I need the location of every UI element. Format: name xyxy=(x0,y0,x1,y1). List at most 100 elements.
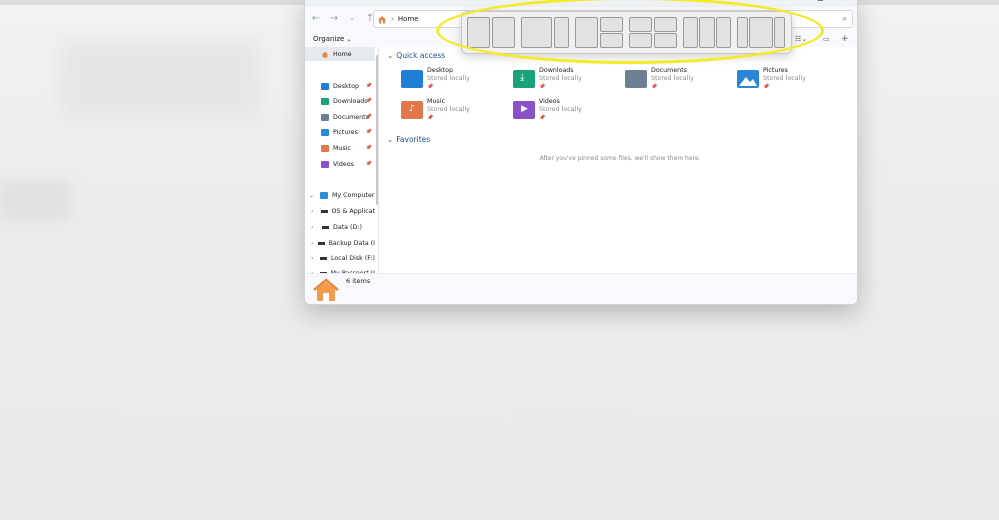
drive-icon xyxy=(322,225,329,229)
tile-name: Desktop xyxy=(427,67,453,74)
item-count: 6 items xyxy=(346,277,371,285)
favorites-header[interactable]: ⌄ Favorites xyxy=(387,135,430,144)
search-icon[interactable]: ⌕ xyxy=(843,14,847,24)
details-pane-icon[interactable]: ▭ xyxy=(823,35,830,43)
quick-access-tile-downloads[interactable]: ⤓ Downloads Stored locally 📌 xyxy=(513,67,623,97)
quick-access-tile-videos[interactable]: ▶ Videos Stored locally 📌 xyxy=(513,98,623,128)
quick-access-tile-music[interactable]: ♪ Music Stored locally 📌 xyxy=(401,98,511,128)
recent-chevron-down-icon[interactable]: ⌄ xyxy=(345,11,359,25)
videos-folder-icon: ▶ xyxy=(513,101,535,119)
pin-icon: 📌 xyxy=(763,84,770,90)
main-pane: ⌄ Quick access Desktop Stored locally 📌 … xyxy=(383,47,857,273)
chevron-right-icon[interactable]: › xyxy=(311,255,317,262)
new-tab-plus-icon[interactable]: + xyxy=(841,34,849,44)
navigation-scrollbar[interactable] xyxy=(376,55,378,205)
sidebar-item-pictures[interactable]: Pictures 📌 xyxy=(305,125,375,139)
pictures-folder-icon xyxy=(321,128,329,136)
breadcrumb-separator-icon: › xyxy=(391,15,394,23)
close-icon[interactable]: ✕ xyxy=(841,0,849,4)
chevron-right-icon[interactable]: › xyxy=(311,208,318,215)
content-area: Home Desktop 📌 Downloads 📌 Documents 📌 P… xyxy=(305,47,857,277)
navigation-pane: Home Desktop 📌 Downloads 📌 Documents 📌 P… xyxy=(305,47,379,277)
breadcrumb-home[interactable]: Home xyxy=(398,15,419,23)
pin-icon: 📌 xyxy=(427,115,434,121)
sidebar-item-label: My Computer xyxy=(332,191,375,199)
music-folder-icon: ♪ xyxy=(401,101,423,119)
highlight-ellipse-annotation xyxy=(436,0,824,64)
chevron-down-icon[interactable]: ⌄ xyxy=(387,135,393,144)
pin-icon[interactable]: 📌 xyxy=(366,83,372,89)
sidebar-item-drive-d[interactable]: › Data (D:) xyxy=(305,220,375,234)
videos-folder-icon xyxy=(321,160,329,168)
sidebar-item-drive-c[interactable]: › OS & Applicat xyxy=(305,204,375,218)
documents-folder-icon xyxy=(321,113,329,121)
back-arrow-icon[interactable]: ← xyxy=(309,11,323,25)
home-icon xyxy=(321,51,329,58)
organize-button[interactable]: Organize ⌄ xyxy=(313,35,351,43)
section-title: Favorites xyxy=(396,135,431,144)
sidebar-item-label: Backup Data (I xyxy=(328,239,375,247)
sidebar-item-music[interactable]: Music 📌 xyxy=(305,141,375,155)
drive-icon xyxy=(320,209,328,213)
tile-subtitle: Stored locally xyxy=(651,75,694,82)
sidebar-item-my-computer[interactable]: ⌄ My Computer xyxy=(305,188,375,202)
status-bar: 6 items xyxy=(305,273,857,304)
section-title: Quick access xyxy=(396,51,446,60)
sidebar-item-label: Desktop xyxy=(333,82,359,90)
pictures-folder-icon xyxy=(737,70,759,88)
organize-label: Organize xyxy=(313,35,345,43)
chevron-right-icon[interactable]: › xyxy=(311,240,315,247)
drive-icon xyxy=(319,256,327,260)
sidebar-item-home[interactable]: Home xyxy=(305,47,375,61)
computer-icon xyxy=(320,191,328,199)
pin-icon[interactable]: 📌 xyxy=(366,145,372,151)
tile-name: Videos xyxy=(539,98,560,105)
tile-subtitle: Stored locally xyxy=(427,106,470,113)
maximize-icon[interactable]: ▫ xyxy=(817,0,824,4)
quick-access-tile-desktop[interactable]: Desktop Stored locally 📌 xyxy=(401,67,511,97)
downloads-folder-icon: ⤓ xyxy=(513,70,535,88)
tile-subtitle: Stored locally xyxy=(763,75,806,82)
chevron-right-icon[interactable]: › xyxy=(311,224,319,231)
sidebar-item-backup-data[interactable]: › Backup Data (I xyxy=(305,236,375,250)
home-icon xyxy=(313,278,339,301)
sidebar-item-desktop[interactable]: Desktop 📌 xyxy=(305,79,375,93)
sidebar-item-local-disk-f[interactable]: › Local Disk (F:) xyxy=(305,251,375,265)
tile-subtitle: Stored locally xyxy=(427,75,470,82)
tile-subtitle: Stored locally xyxy=(539,106,582,113)
sidebar-item-videos[interactable]: Videos 📌 xyxy=(305,157,375,171)
downloads-folder-icon xyxy=(321,97,329,105)
chevron-down-icon: ⌄ xyxy=(346,35,352,43)
forward-arrow-icon[interactable]: → xyxy=(327,11,341,25)
home-icon xyxy=(378,15,386,23)
quick-access-header[interactable]: ⌄ Quick access xyxy=(387,51,445,60)
pin-icon[interactable]: 📌 xyxy=(366,98,372,104)
sidebar-item-label: OS & Applicat xyxy=(331,207,375,215)
desktop-folder-icon xyxy=(401,70,423,88)
pin-icon[interactable]: 📌 xyxy=(366,114,372,120)
sidebar-item-downloads[interactable]: Downloads 📌 xyxy=(305,94,375,108)
pin-icon: 📌 xyxy=(427,84,434,90)
music-folder-icon xyxy=(321,144,329,152)
documents-folder-icon xyxy=(625,70,647,88)
sidebar-item-label: Home xyxy=(333,50,352,58)
favorites-empty-message: After you've pinned some files, we'll sh… xyxy=(539,155,701,162)
sidebar-item-label: Videos xyxy=(333,160,354,168)
pin-icon[interactable]: 📌 xyxy=(366,129,372,135)
sidebar-item-label: Local Disk (F:) xyxy=(330,254,375,262)
pin-icon[interactable]: 📌 xyxy=(366,161,372,167)
chevron-down-icon[interactable]: ⌄ xyxy=(387,51,393,60)
pin-icon: 📌 xyxy=(539,115,546,121)
tile-subtitle: Stored locally xyxy=(539,75,582,82)
drive-icon xyxy=(317,241,325,245)
quick-access-tile-documents[interactable]: Documents Stored locally 📌 xyxy=(625,67,735,97)
sidebar-item-documents[interactable]: Documents 📌 xyxy=(305,110,375,124)
sidebar-item-label: Music xyxy=(333,144,351,152)
sidebar-item-label: Pictures xyxy=(333,128,358,136)
tile-name: Pictures xyxy=(763,67,788,74)
tile-name: Music xyxy=(427,98,445,105)
pin-icon: 📌 xyxy=(651,84,658,90)
chevron-down-icon[interactable]: ⌄ xyxy=(309,192,317,199)
pin-icon: 📌 xyxy=(539,84,546,90)
quick-access-tile-pictures[interactable]: Pictures Stored locally 📌 xyxy=(737,67,847,97)
